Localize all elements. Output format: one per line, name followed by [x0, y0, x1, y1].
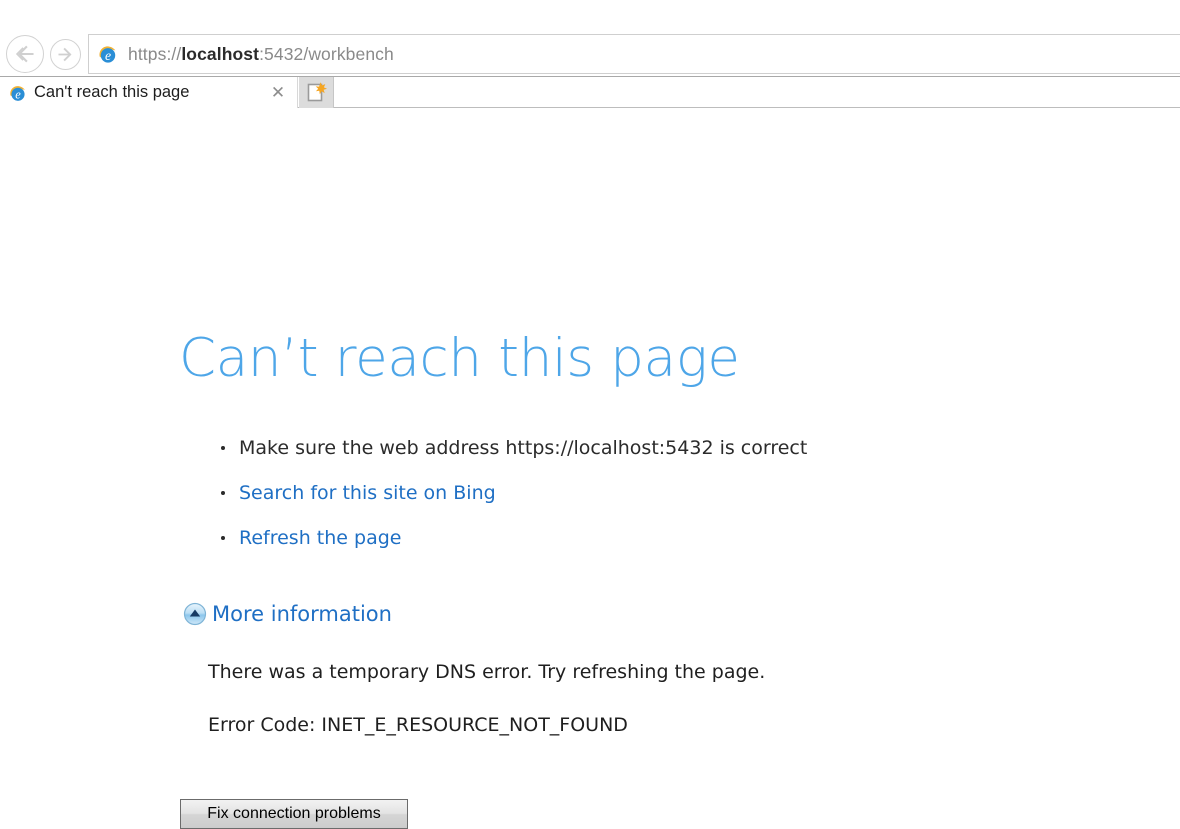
new-tab-button[interactable]: [299, 77, 334, 108]
svg-text:e: e: [15, 87, 21, 101]
bullet-icon: [221, 536, 225, 540]
navigation-toolbar: e https://localhost:5432/workbench: [0, 30, 1180, 78]
suggestion-check-address: Make sure the web address https://localh…: [239, 437, 808, 459]
error-page-content: Can’t reach this page Make sure the web …: [0, 108, 1180, 829]
address-bar[interactable]: e https://localhost:5432/workbench: [88, 34, 1180, 74]
list-item: Make sure the web address https://localh…: [216, 436, 807, 460]
collapse-up-circle-icon[interactable]: [182, 601, 208, 627]
tab-strip: e Can't reach this page ✕: [0, 76, 1180, 108]
refresh-page-link[interactable]: Refresh the page: [239, 527, 401, 549]
address-bar-url: https://localhost:5432/workbench: [128, 44, 394, 65]
error-code: Error Code: INET_E_RESOURCE_NOT_FOUND: [208, 714, 628, 736]
forward-button[interactable]: [50, 39, 81, 70]
tab-title: Can't reach this page: [34, 83, 190, 101]
url-scheme: https://: [128, 43, 182, 64]
more-information-toggle[interactable]: More information: [182, 601, 392, 627]
page-title: Can’t reach this page: [179, 328, 740, 389]
list-item[interactable]: Search for this site on Bing: [216, 481, 807, 505]
new-tab-page-icon: [307, 82, 327, 102]
back-button[interactable]: [6, 35, 44, 73]
list-item[interactable]: Refresh the page: [216, 526, 807, 550]
suggestion-list: Make sure the web address https://localh…: [216, 436, 807, 571]
fix-connection-problems-button[interactable]: Fix connection problems: [180, 799, 408, 829]
forward-arrow-icon: [58, 47, 72, 62]
tab-close-button[interactable]: ✕: [267, 82, 289, 104]
url-path: :5432/workbench: [259, 43, 394, 64]
error-description: There was a temporary DNS error. Try ref…: [208, 661, 766, 683]
browser-tab[interactable]: e Can't reach this page ✕: [0, 77, 298, 108]
svg-text:e: e: [105, 48, 111, 63]
search-on-bing-link[interactable]: Search for this site on Bing: [239, 482, 496, 504]
more-information-label[interactable]: More information: [212, 602, 392, 626]
back-arrow-icon: [15, 45, 34, 63]
ie-favicon-icon: e: [10, 85, 25, 101]
bullet-icon: [221, 446, 225, 450]
url-host: localhost: [181, 43, 260, 64]
browser-chrome: e https://localhost:5432/workbench e Can…: [0, 0, 1180, 108]
ie-favicon-icon: e: [99, 46, 116, 63]
bullet-icon: [221, 491, 225, 495]
